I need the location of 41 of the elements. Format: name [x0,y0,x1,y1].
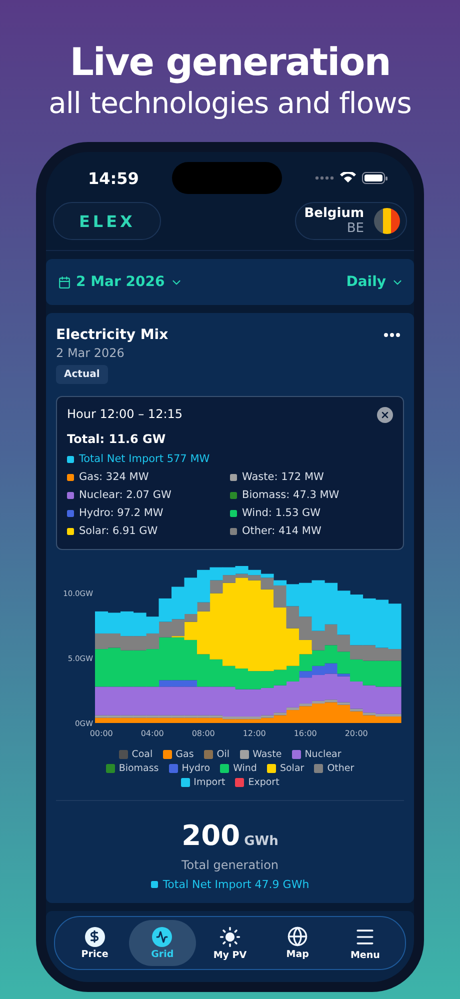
source-value: Nuclear: 2.07 GW [79,489,172,501]
source-value: Hydro: 97.2 MW [79,507,164,519]
status-tag: Actual [56,365,108,384]
total-value: 200 [182,819,240,852]
legend-label: Wind [233,763,257,774]
legend-label: Gas [176,749,194,760]
card-title: Electricity Mix [56,327,168,343]
import-value: Total Net Import 577 MW [79,453,210,465]
tooltip-total: Total: 11.6 GW [67,432,167,446]
source-value: Other: 414 MW [242,525,322,537]
tooltip-title: Hour 12:00 – 12:15 [67,407,183,421]
legend-label: Solar [280,763,304,774]
headline: Live generation [70,40,390,84]
legend-label: Coal [132,749,153,760]
legend-label: Other [327,763,354,774]
country-name: Belgium [304,206,364,221]
x-axis-label: 16:00 [294,729,317,738]
x-axis-label: 12:00 [242,729,266,738]
legend-label: Waste [252,749,282,760]
source-value: Waste: 172 MW [242,471,324,483]
x-axis-label: 00:00 [90,729,113,738]
legend-label: Nuclear [304,749,342,760]
import-total: Total Net Import 47.9 GWh [162,878,310,891]
source-value: Gas: 324 MW [79,471,149,483]
country-code: BE [346,221,364,236]
source-value: Wind: 1.53 GW [242,507,320,519]
source-value: Solar: 6.91 GW [79,525,158,537]
status-time: 14:59 [88,168,139,188]
legend-label: Import [194,777,226,788]
legend-label: Hydro [182,763,210,774]
x-axis-label: 08:00 [192,729,215,738]
legend-label: Export [248,777,280,788]
subheadline: all technologies and flows [48,86,412,120]
source-value: Biomass: 47.3 MW [242,489,340,501]
total-unit: GWh [244,834,278,849]
x-axis-label: 20:00 [344,729,368,738]
legend-label: Biomass [118,763,159,774]
x-axis-label: 04:00 [140,729,164,738]
total-label: Total generation [181,858,279,872]
card-date: 2 Mar 2026 [56,346,126,360]
legend-label: Oil [216,749,230,760]
